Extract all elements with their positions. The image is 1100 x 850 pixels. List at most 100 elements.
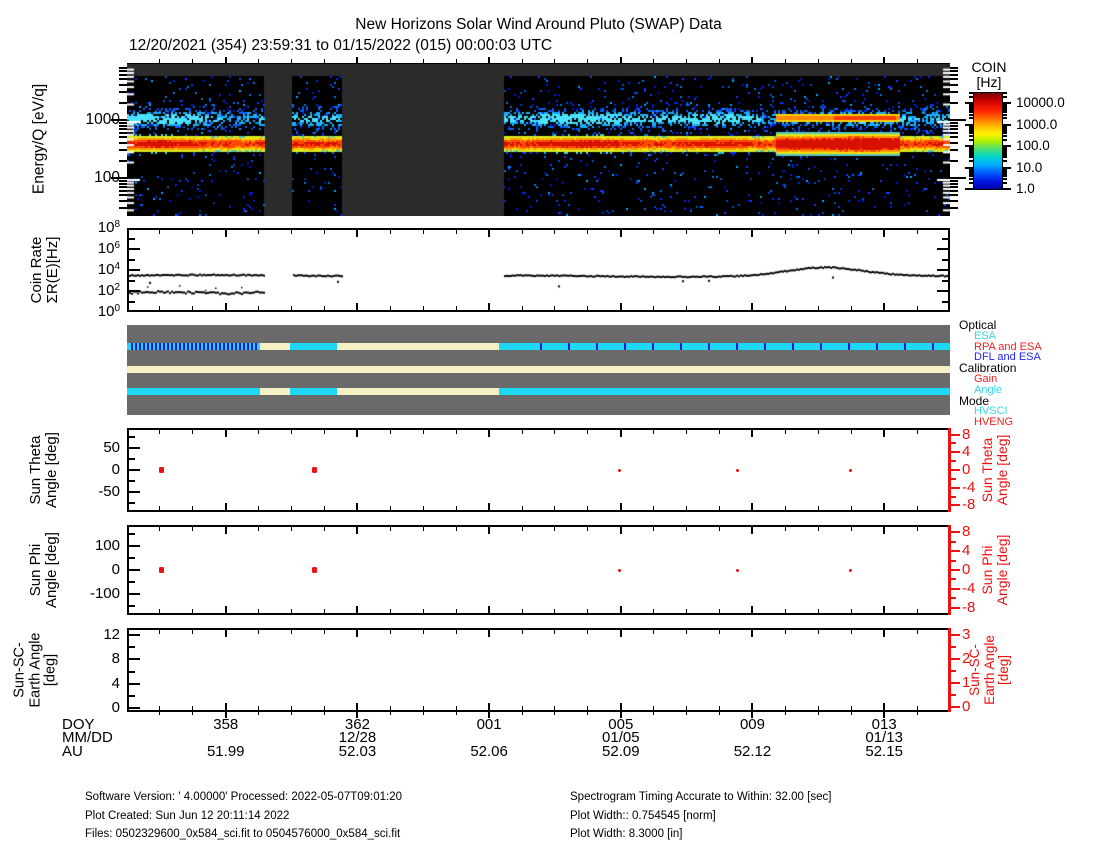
- y-minor-tick: [119, 194, 127, 197]
- x-minor-tick: [521, 706, 523, 710]
- x-minor-tick: [258, 706, 260, 710]
- y-major-tick: [129, 682, 140, 685]
- optical-event-tick: [764, 343, 766, 350]
- y-minor-tick: [129, 237, 135, 240]
- y-minor-tick: [119, 142, 127, 145]
- x-major-tick: [356, 703, 359, 710]
- x-minor-tick: [422, 306, 424, 310]
- colorbar-minor-tick: [969, 117, 973, 120]
- x-minor-tick: [291, 430, 293, 434]
- x-major-tick: [224, 57, 227, 63]
- y-major-tick: [937, 290, 948, 292]
- y-major-tick: [111, 177, 127, 179]
- x-minor-tick: [784, 430, 786, 434]
- colorbar-minor-tick: [1003, 110, 1007, 113]
- y-major-tick: [950, 119, 966, 121]
- x-minor-tick: [159, 506, 161, 510]
- coin-rate-ylabel: Coin Rate ΣR(E)[Hz]: [27, 236, 61, 304]
- y-minor-tick: [950, 179, 958, 182]
- x-tick-label-au: 51.99: [206, 743, 245, 760]
- x-minor-tick: [916, 59, 918, 63]
- colorbar-title: COIN [Hz]: [971, 59, 1007, 90]
- sun-theta-panel: [127, 428, 950, 512]
- y-minor-tick: [129, 502, 135, 505]
- x-minor-tick: [850, 706, 852, 710]
- y-minor-tick: [950, 73, 958, 76]
- plot-title: New Horizons Solar Wind Around Pluto (SW…: [355, 16, 722, 33]
- x-major-tick: [883, 527, 886, 534]
- x-minor-tick: [455, 630, 457, 634]
- y-minor-tick: [119, 131, 127, 134]
- red-y-minor-tick: [951, 578, 956, 581]
- legend-item-optical: Optical: [959, 318, 997, 332]
- optical-event-tick: [194, 343, 197, 350]
- x-minor-tick: [291, 609, 293, 613]
- y-minor-tick: [119, 189, 127, 192]
- x-minor-tick: [686, 630, 688, 634]
- x-minor-tick: [258, 230, 260, 234]
- optical-event-tick: [138, 343, 141, 350]
- x-minor-tick: [686, 230, 688, 234]
- y-minor-tick: [119, 159, 127, 162]
- optical-event-tick: [680, 343, 683, 350]
- x-minor-tick: [159, 230, 161, 234]
- x-minor-tick: [521, 59, 523, 63]
- x-minor-tick: [258, 609, 260, 613]
- x-major-tick: [224, 230, 227, 237]
- colorbar: [973, 92, 1003, 190]
- x-major-tick: [883, 57, 886, 63]
- x-minor-tick: [784, 306, 786, 310]
- footer-plot-width-in: Plot Width: 8.3000 [in]: [570, 828, 683, 840]
- x-minor-tick: [554, 306, 556, 310]
- y-major-tick: [937, 248, 948, 250]
- mode-active-segment: [127, 388, 261, 395]
- colorbar-minor-tick: [1003, 92, 1007, 95]
- x-major-tick: [224, 703, 227, 710]
- x-minor-tick: [850, 712, 852, 715]
- red-ytick-label: 8: [962, 425, 971, 443]
- x-minor-tick: [719, 706, 721, 710]
- x-minor-tick: [291, 712, 293, 715]
- x-minor-tick: [554, 712, 556, 715]
- y-minor-tick: [942, 258, 948, 261]
- y-major-tick: [129, 491, 140, 494]
- colorbar-tick-label: 1.0: [1016, 181, 1035, 196]
- x-minor-tick: [422, 430, 424, 434]
- x-minor-tick: [389, 306, 391, 310]
- x-minor-tick: [653, 527, 655, 531]
- x-minor-tick: [324, 712, 326, 715]
- y-minor-tick: [950, 194, 958, 197]
- x-major-tick: [883, 703, 886, 710]
- x-minor-tick: [916, 527, 918, 531]
- x-minor-tick: [719, 630, 721, 634]
- x-minor-tick: [192, 609, 194, 613]
- colorbar-minor-tick: [969, 138, 973, 141]
- sun-sc-earth-right-label: Sun-SC- Earth Angle [deg]: [967, 635, 1012, 705]
- optical-active-segment: [289, 343, 337, 350]
- x-minor-tick: [192, 712, 194, 715]
- x-major-tick: [356, 57, 359, 63]
- x-minor-tick: [521, 230, 523, 234]
- colorbar-major-tick: [965, 166, 973, 169]
- colorbar-minor-tick: [969, 92, 973, 95]
- red-ytick-label: 2: [962, 650, 971, 668]
- mode-active-segment: [498, 388, 950, 395]
- x-minor-tick: [850, 306, 852, 310]
- optical-event-tick: [214, 343, 217, 350]
- optical-event-tick: [596, 343, 599, 350]
- coin-ytick-label: 108: [97, 218, 120, 237]
- x-minor-tick: [784, 527, 786, 531]
- footer-software-version: Software Version: ' 4.00000' Processed: …: [85, 791, 403, 803]
- y-minor-tick: [129, 646, 135, 649]
- optical-event-tick: [819, 343, 822, 350]
- x-major-tick: [619, 57, 622, 63]
- y-minor-tick: [119, 179, 127, 182]
- y-minor-tick: [950, 200, 958, 203]
- x-minor-tick: [686, 527, 688, 531]
- y-minor-tick: [129, 279, 135, 282]
- y-minor-tick: [950, 91, 958, 94]
- theta-point: [312, 467, 318, 473]
- x-minor-tick: [521, 506, 523, 510]
- x-minor-tick: [455, 430, 457, 434]
- y-minor-tick: [119, 73, 127, 76]
